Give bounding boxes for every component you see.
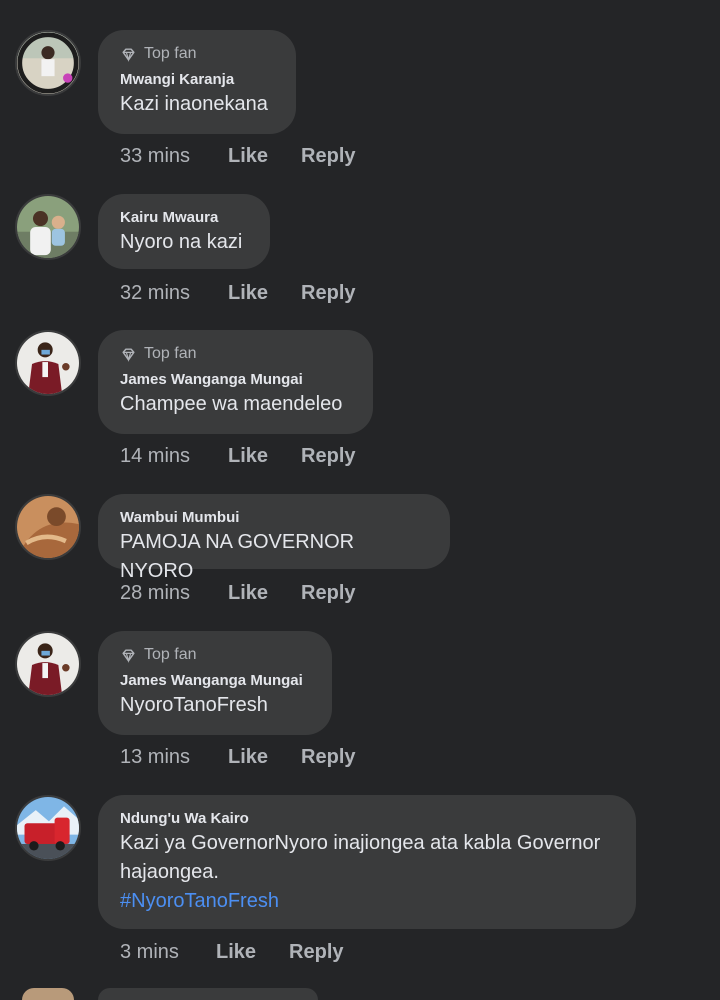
comment-text: PAMOJA NA GOVERNOR NYORO xyxy=(120,531,355,582)
like-button[interactable]: Like xyxy=(228,445,268,468)
comment-actions: 3 mins Like Reply xyxy=(120,941,344,964)
badge-label: Top fan xyxy=(144,646,197,663)
avatar[interactable] xyxy=(22,988,74,1000)
badge-label: Top fan xyxy=(144,345,197,362)
timestamp[interactable]: 33 mins xyxy=(120,145,208,168)
avatar[interactable] xyxy=(15,631,81,697)
author-name[interactable]: Ndung'u Wa Kairo xyxy=(120,809,614,829)
reply-button[interactable]: Reply xyxy=(301,746,355,769)
diamond-icon xyxy=(122,47,135,62)
timestamp[interactable]: 32 mins xyxy=(120,282,208,305)
avatar[interactable] xyxy=(15,194,81,260)
top-fan-badge: Top fan xyxy=(120,644,310,666)
comment-bubble: Top fan Mwangi Karanja Kazi inaonekana xyxy=(98,30,296,134)
top-fan-badge: Top fan xyxy=(120,343,351,365)
reply-button[interactable]: Reply xyxy=(301,445,355,468)
avatar[interactable] xyxy=(15,494,81,560)
avatar[interactable] xyxy=(15,30,81,96)
avatar[interactable] xyxy=(15,795,81,861)
diamond-icon xyxy=(122,648,135,663)
comment-actions: 28 mins Like Reply xyxy=(120,582,356,605)
comment-actions: 32 mins Like Reply xyxy=(120,282,356,305)
comment-text: Nyoro na kazi xyxy=(120,231,243,253)
like-button[interactable]: Like xyxy=(216,941,256,964)
like-button[interactable]: Like xyxy=(228,582,268,605)
comment-text-line: Kazi ya GovernorNyoro inajiongea ata kab… xyxy=(120,832,601,854)
timestamp[interactable]: 28 mins xyxy=(120,582,208,605)
timestamp[interactable]: 13 mins xyxy=(120,746,208,769)
author-name[interactable]: James Wanganga Mungai xyxy=(120,370,351,390)
comment-text: Kazi inaonekana xyxy=(120,93,268,115)
like-button[interactable]: Like xyxy=(228,145,268,168)
author-name[interactable]: Kairu Mwaura xyxy=(120,208,248,228)
like-button[interactable]: Like xyxy=(228,282,268,305)
reply-button[interactable]: Reply xyxy=(301,145,355,168)
comment-text: Champee wa maendeleo xyxy=(120,393,343,415)
comment-bubble: Wambui Mumbui PAMOJA NA GOVERNOR NYORO xyxy=(98,494,450,582)
top-fan-badge: Top fan xyxy=(120,43,274,65)
comment-text-line: hajaongea. xyxy=(120,861,219,883)
diamond-icon xyxy=(122,347,135,362)
author-name[interactable]: Wambui Mumbui xyxy=(120,508,428,528)
author-name[interactable]: Mwangi Karanja xyxy=(120,70,274,90)
comment-bubble: Kairu Mwaura Nyoro na kazi xyxy=(98,194,270,269)
timestamp[interactable]: 14 mins xyxy=(120,445,208,468)
comment-actions: 33 mins Like Reply xyxy=(120,145,356,168)
comment-actions: 13 mins Like Reply xyxy=(120,746,356,769)
comment-bubble: Top fan James Wanganga Mungai Champee wa… xyxy=(98,330,373,434)
reply-button[interactable]: Reply xyxy=(301,282,355,305)
author-name[interactable]: James Wanganga Mungai xyxy=(120,671,310,691)
avatar[interactable] xyxy=(15,330,81,396)
badge-label: Top fan xyxy=(144,45,197,62)
reply-button[interactable]: Reply xyxy=(289,941,343,964)
comment-bubble: Ndung'u Wa Kairo Kazi ya GovernorNyoro i… xyxy=(98,795,636,929)
hashtag-link[interactable]: #NyoroTanoFresh xyxy=(120,887,614,916)
comment-actions: 14 mins Like Reply xyxy=(120,445,356,468)
reply-button[interactable]: Reply xyxy=(301,582,355,605)
comment-text: NyoroTanoFresh xyxy=(120,694,268,716)
like-button[interactable]: Like xyxy=(228,746,268,769)
comment-bubble xyxy=(98,988,318,1000)
timestamp[interactable]: 3 mins xyxy=(120,941,196,964)
comment-bubble: Top fan James Wanganga Mungai NyoroTanoF… xyxy=(98,631,332,735)
